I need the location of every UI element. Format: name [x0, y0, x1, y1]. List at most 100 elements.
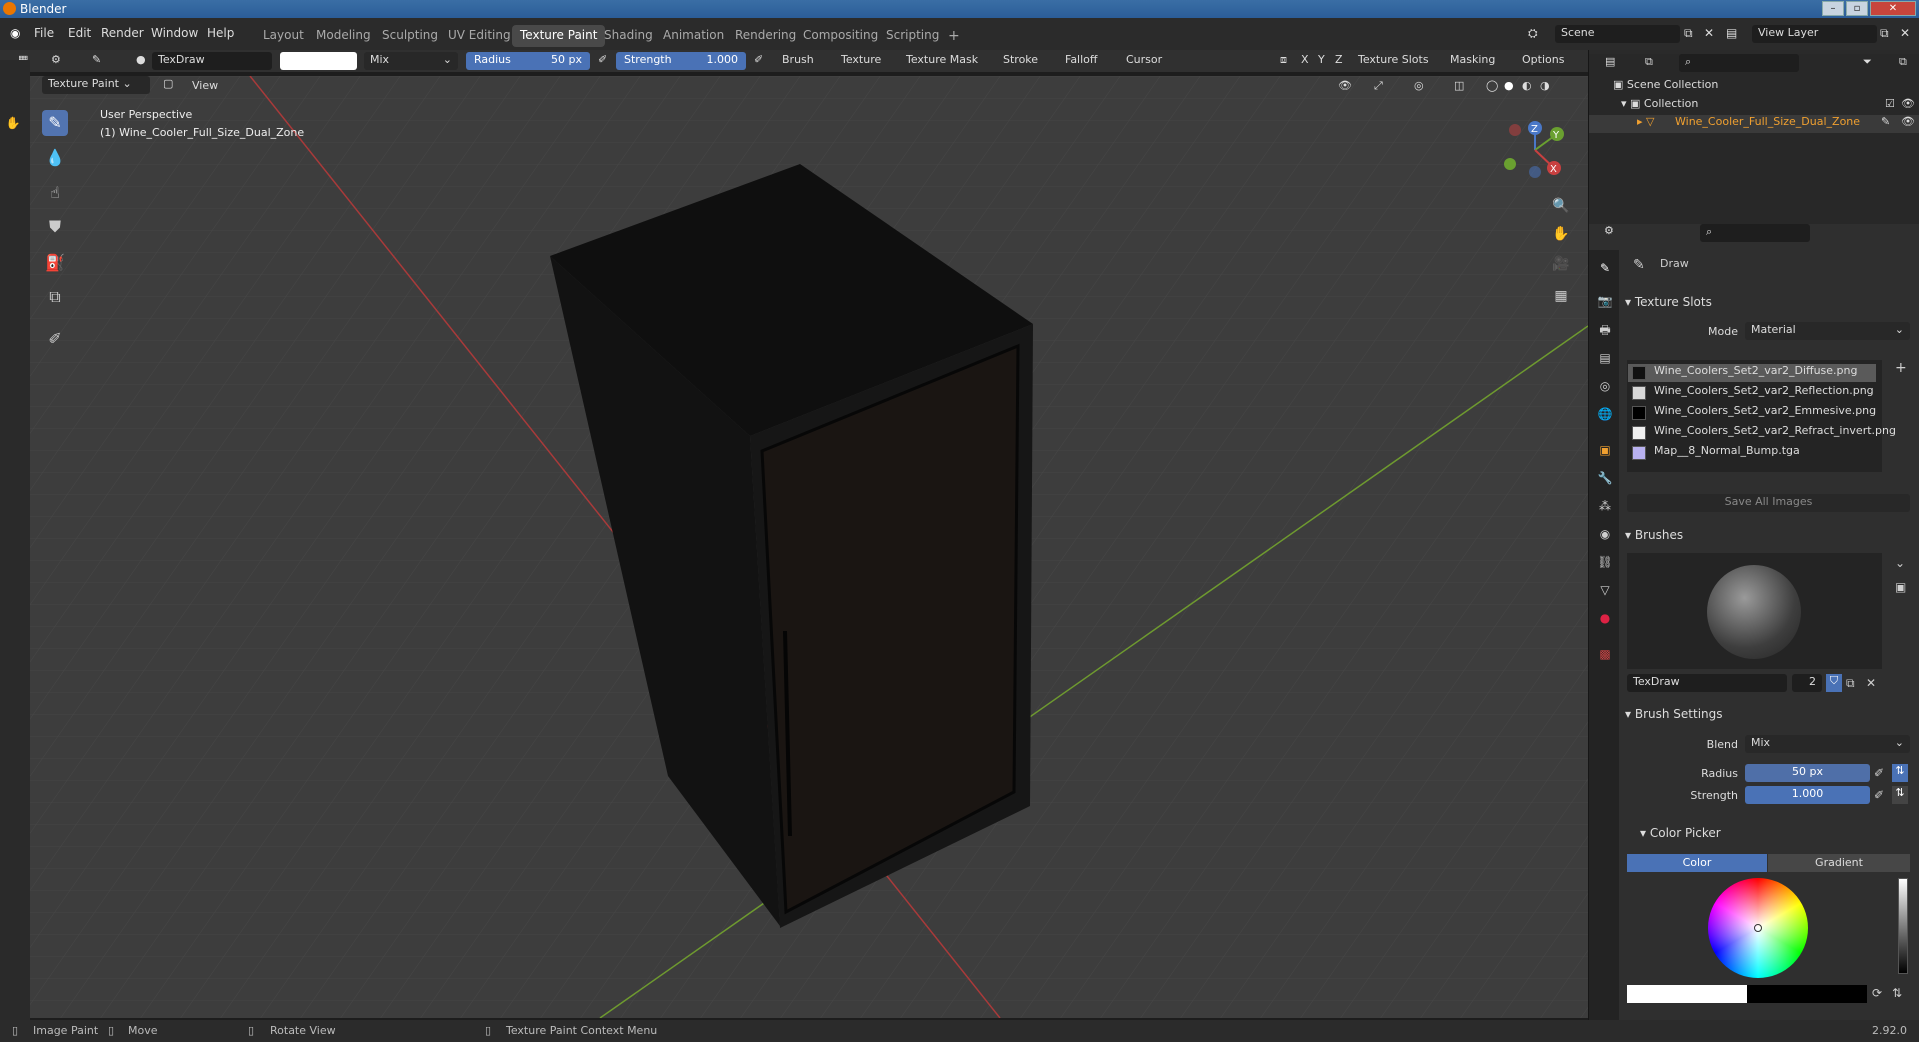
menu-masking[interactable]: Masking — [1444, 52, 1501, 70]
color-gradient-bar[interactable] — [1627, 985, 1867, 1003]
overlay-icon[interactable]: ◎ — [1408, 78, 1430, 96]
color-picker-header[interactable]: ▾ Color Picker — [1640, 826, 1721, 840]
brushes-header[interactable]: ▾ Brushes — [1625, 528, 1683, 542]
close-icon[interactable]: ✕ — [1870, 1, 1916, 16]
brush-blend-dropdown[interactable]: Mix ⌄ — [1745, 735, 1910, 753]
tab-compositing[interactable]: Compositing — [795, 25, 886, 47]
outliner[interactable]: ▤ ⧉ ⌕ ⏷ ⧉ ▣ Scene Collection ▾ ▣ Collect… — [1589, 54, 1919, 224]
gradient-tab[interactable]: Gradient — [1768, 854, 1910, 872]
mask-tool-icon[interactable]: ⧉ — [42, 284, 68, 310]
edit-icon[interactable]: ✎ — [1881, 115, 1890, 128]
menu-file[interactable]: File — [34, 26, 54, 40]
new-collection-icon[interactable]: ⧉ — [1893, 54, 1913, 72]
color-wheel-cursor[interactable] — [1754, 924, 1762, 932]
blend-dropdown[interactable]: Mix ⌄ — [364, 52, 458, 70]
soften-tool-icon[interactable]: 💧 — [42, 145, 68, 171]
menu-texture[interactable]: Texture — [835, 52, 887, 70]
visibility-icon[interactable]: 👁 — [1332, 78, 1358, 96]
clone-tool-icon[interactable]: ⛊ — [42, 214, 68, 240]
xray-icon[interactable]: ◫ — [1448, 78, 1470, 96]
menu-brush[interactable]: Brush — [776, 52, 820, 70]
view-layer-field[interactable]: View Layer — [1752, 25, 1877, 43]
brush-radius-slider[interactable]: 50 px — [1745, 764, 1870, 782]
strength-pressure-icon[interactable]: ✐ — [748, 52, 769, 70]
brush-strength-slider[interactable]: 1.000 — [1745, 786, 1870, 804]
brush-browse-icon[interactable]: ● — [130, 52, 152, 70]
viewport-canvas[interactable] — [0, 76, 1588, 1018]
blender-menu-icon[interactable]: ◉ — [10, 26, 20, 40]
add-workspace-icon[interactable]: + — [940, 25, 968, 47]
slot-mode-dropdown[interactable]: Material ⌄ — [1745, 322, 1910, 340]
symmetry-icon[interactable]: ⧈ — [1274, 52, 1293, 70]
checkbox-icon[interactable]: ☑ — [1885, 97, 1895, 110]
minimize-icon[interactable]: – — [1822, 1, 1844, 16]
menu-render[interactable]: Render — [101, 26, 144, 40]
view-layer-icon[interactable]: ▤ — [1726, 26, 1737, 40]
remove-view-layer-icon[interactable]: ✕ — [1900, 26, 1910, 40]
menu-cursor[interactable]: Cursor — [1120, 52, 1168, 70]
rendered-shading-icon[interactable]: ◑ — [1534, 78, 1556, 96]
scene-tab-icon[interactable]: ◎ — [1597, 378, 1613, 394]
eye-icon[interactable]: 👁 — [1901, 97, 1915, 110]
radius-pressure-icon[interactable]: ✐ — [592, 52, 613, 70]
brush-image-icon[interactable]: ▣ — [1895, 580, 1906, 594]
menu-stroke[interactable]: Stroke — [997, 52, 1044, 70]
fill-tool-icon[interactable]: ⛽ — [42, 250, 68, 276]
menu-texture-mask[interactable]: Texture Mask — [900, 52, 984, 70]
remove-scene-icon[interactable]: ✕ — [1704, 26, 1714, 40]
new-scene-icon[interactable]: ⧉ — [1684, 26, 1693, 41]
brush-menu-icon[interactable]: ⌄ — [1895, 556, 1905, 570]
brush-preview-box[interactable] — [1627, 553, 1882, 669]
3d-viewport[interactable] — [0, 76, 1588, 1018]
strength-unit-icon[interactable]: ⇅ — [1892, 786, 1908, 804]
strength-slider[interactable]: Strength 1.000 — [616, 52, 746, 70]
menu-window[interactable]: Window — [151, 26, 198, 40]
radius-slider[interactable]: Radius 50 px — [466, 52, 590, 70]
tab-modeling[interactable]: Modeling — [308, 25, 379, 47]
brush-icon[interactable]: ✎ — [86, 52, 107, 70]
tab-uv-editing[interactable]: UV Editing — [440, 25, 519, 47]
properties-editor-icon[interactable]: ⚙ — [1598, 223, 1620, 241]
scene-name-field[interactable]: Scene — [1555, 25, 1680, 43]
color-tab[interactable]: Color — [1627, 854, 1767, 872]
color-unit-icon[interactable]: ⇅ — [1892, 986, 1902, 1000]
tab-sculpting[interactable]: Sculpting — [374, 25, 446, 47]
outliner-scene-collection[interactable]: ▣ Scene Collection — [1613, 78, 1718, 96]
texture-slot-item[interactable]: Wine_Coolers_Set2_var2_Reflection.png — [1628, 384, 1888, 402]
radius-unit-icon[interactable]: ⇅ — [1892, 764, 1908, 782]
swap-colors-icon[interactable]: ⟳ — [1872, 986, 1882, 1000]
object-eye-icon[interactable]: 👁 — [1901, 115, 1915, 128]
add-slot-icon[interactable]: + — [1895, 360, 1907, 376]
output-tab-icon[interactable]: 🖶 — [1597, 322, 1613, 338]
strength-pressure-icon[interactable]: ✐ — [1874, 788, 1884, 802]
view-layer-tab-icon[interactable]: ▤ — [1597, 350, 1613, 366]
tab-layout[interactable]: Layout — [255, 25, 312, 47]
world-tab-icon[interactable]: 🌐 — [1597, 406, 1613, 422]
smear-tool-icon[interactable]: ☝ — [42, 180, 68, 206]
color-wheel[interactable] — [1708, 878, 1808, 978]
brush-settings-header[interactable]: ▾ Brush Settings — [1625, 707, 1723, 721]
outliner-search-icon[interactable]: ⌕ — [1679, 54, 1799, 72]
color-swatch[interactable] — [280, 52, 357, 70]
physics-tab-icon[interactable]: ◉ — [1597, 526, 1613, 542]
texture-slot-item[interactable]: Wine_Coolers_Set2_var2_Emmesive.png — [1628, 404, 1888, 422]
unlink-brush-icon[interactable]: ✕ — [1866, 676, 1876, 690]
render-tab-icon[interactable]: 📷 — [1597, 293, 1613, 309]
value-slider[interactable] — [1898, 878, 1908, 974]
camera-icon[interactable]: 🎥 — [1550, 253, 1572, 275]
tool-tab-icon[interactable]: ✎ — [1597, 260, 1613, 276]
outliner-editor-icon[interactable]: ▤ — [1599, 54, 1621, 72]
mode-dropdown[interactable]: Texture Paint ⌄ — [42, 76, 150, 94]
outliner-collection[interactable]: ▾ ▣ Collection ☑ 👁 — [1621, 97, 1915, 115]
constraints-tab-icon[interactable]: ⛓ — [1597, 554, 1613, 570]
texture-slot-item[interactable]: Map__8_Normal_Bump.tga — [1628, 444, 1888, 462]
gizmo-toggle-icon[interactable]: ⤢ — [1368, 78, 1389, 96]
outliner-object-row[interactable]: ▸ ▽ Wine_Cooler_Full_Size_Dual_Zone ✎ 👁 — [1589, 115, 1919, 133]
texture-slot-item[interactable]: Wine_Coolers_Set2_var2_Refract_invert.pn… — [1628, 424, 1896, 442]
face-mask-icon[interactable]: ▢ — [157, 76, 179, 94]
texture-tab-icon[interactable]: ▩ — [1597, 646, 1613, 662]
axis-z-toggle[interactable]: Z — [1329, 52, 1349, 70]
texture-slot-item[interactable]: Wine_Coolers_Set2_var2_Diffuse.png — [1628, 364, 1876, 382]
tab-rendering[interactable]: Rendering — [727, 25, 804, 47]
menu-falloff[interactable]: Falloff — [1059, 52, 1103, 70]
